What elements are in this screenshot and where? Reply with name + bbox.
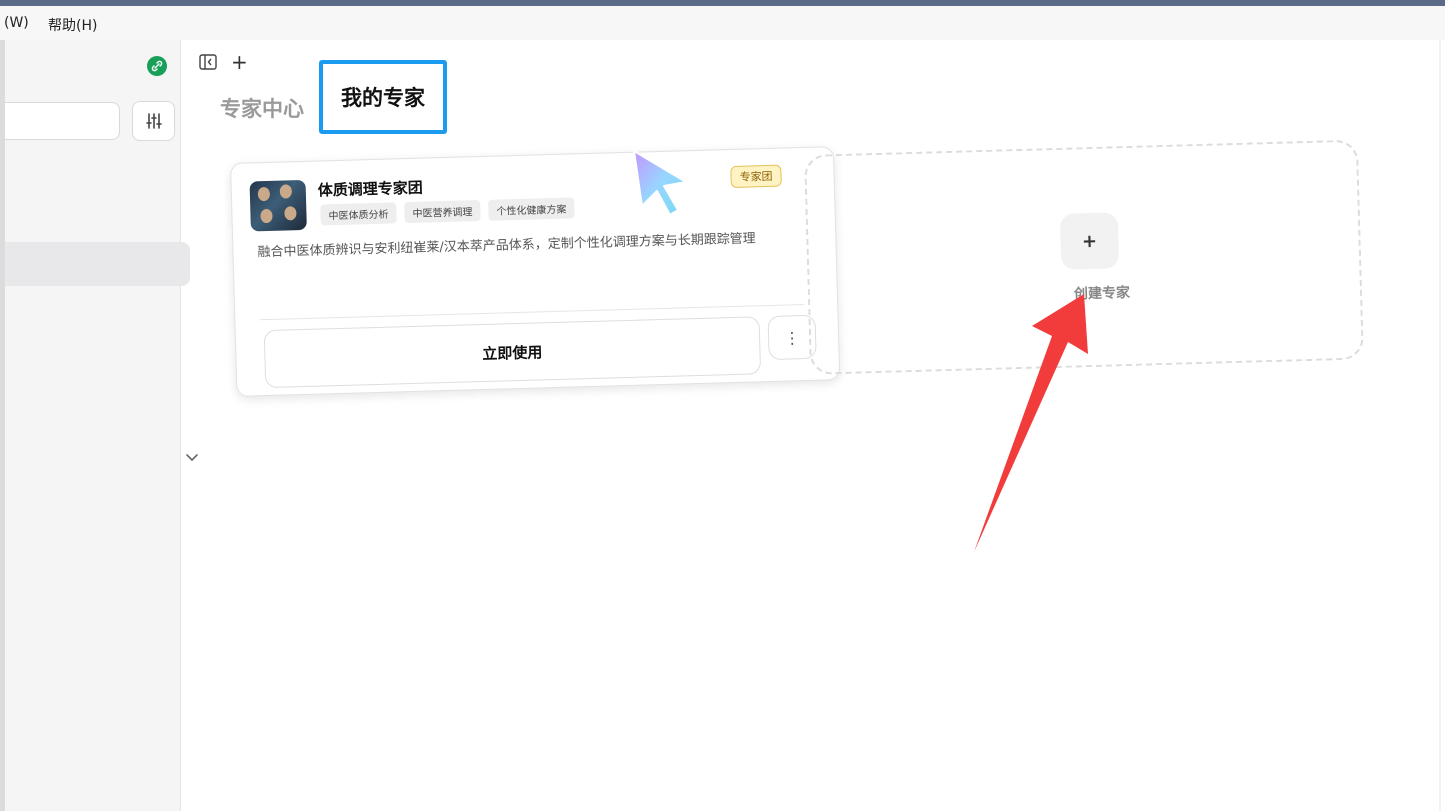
filter-button[interactable] <box>132 101 175 141</box>
plus-icon[interactable]: + <box>1059 212 1120 270</box>
sidebar-search-input[interactable] <box>5 102 120 140</box>
link-icon[interactable] <box>147 56 167 76</box>
new-tab-button[interactable]: + <box>231 52 248 72</box>
mouse-cursor-icon <box>633 150 687 216</box>
expert-card[interactable]: 体质调理专家团 专家团 中医体质分析 中医营养调理 个性化健康方案 融合中医体质… <box>230 146 841 397</box>
tag: 中医营养调理 <box>404 200 481 224</box>
expert-title: 体质调理专家团 <box>317 178 424 200</box>
expert-description: 融合中医体质辨识与安利纽崔莱/汉本萃产品体系，定制个性化调理方案与长期跟踪管理 <box>257 231 756 261</box>
menu-bar: (W) 帮助(H) <box>0 6 1445 40</box>
tab-expert-center[interactable]: 专家中心 <box>220 93 304 123</box>
expert-avatar <box>249 179 307 232</box>
menu-help[interactable]: 帮助(H) <box>48 15 97 35</box>
menu-window[interactable]: (W) <box>4 15 29 31</box>
expert-team-badge: 专家团 <box>730 164 782 189</box>
collapse-sidebar-icon[interactable] <box>199 54 217 70</box>
expert-tags: 中医体质分析 中医营养调理 个性化健康方案 <box>320 197 575 226</box>
use-now-button[interactable]: 立即使用 <box>263 316 762 389</box>
sliders-icon <box>145 113 162 129</box>
annotation-arrow-icon <box>974 294 1088 552</box>
chevron-down-icon[interactable] <box>185 450 199 464</box>
tag: 个性化健康方案 <box>488 197 575 221</box>
sidebar-item-active[interactable] <box>5 242 190 286</box>
right-window-edge <box>1439 40 1441 811</box>
tag: 中医体质分析 <box>320 202 397 226</box>
sidebar <box>5 40 198 811</box>
tab-my-experts[interactable]: 我的专家 <box>319 60 447 134</box>
